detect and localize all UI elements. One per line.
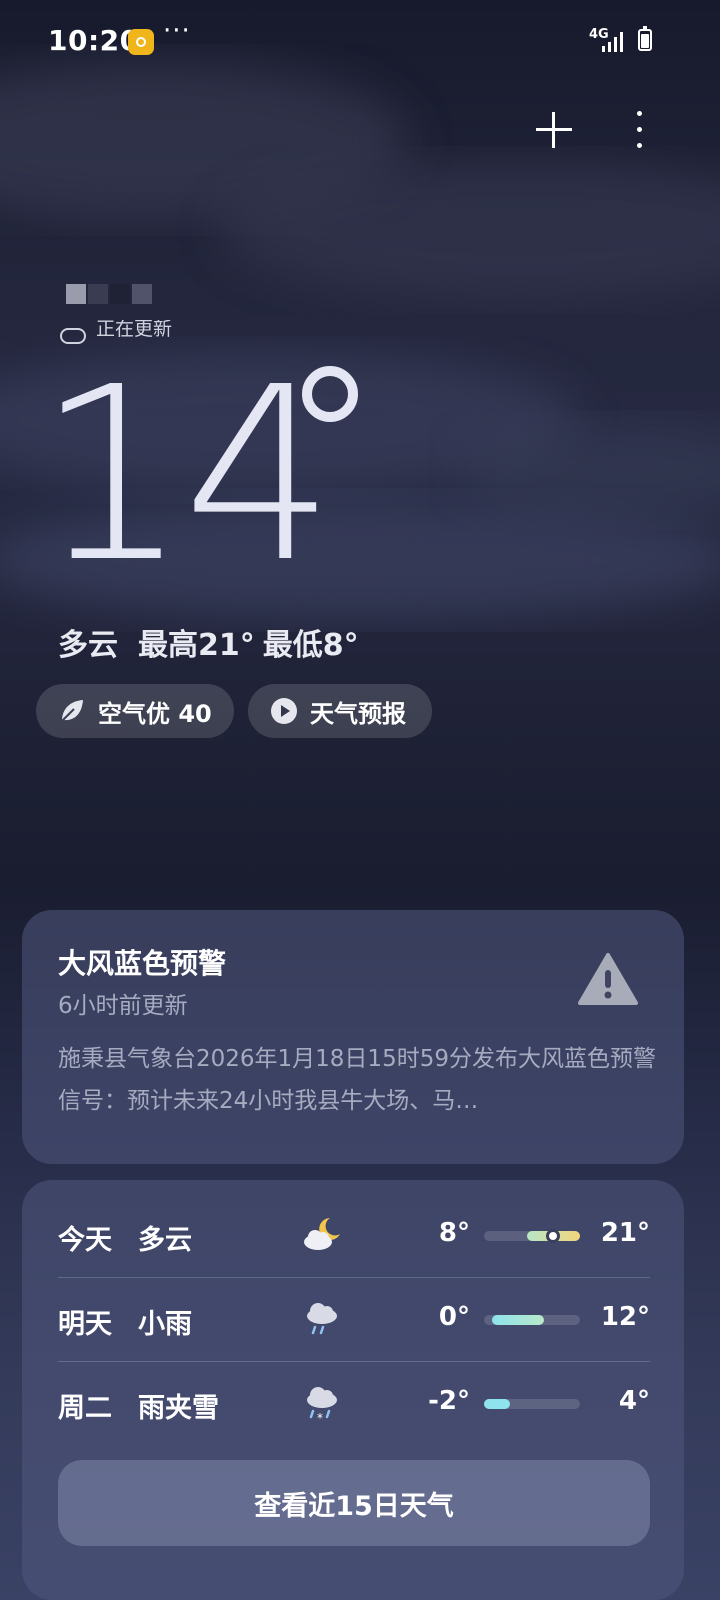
alert-updated-time: 6小时前更新: [58, 993, 188, 1019]
low-temp: 最低8°: [262, 628, 359, 663]
more-options-button[interactable]: [628, 108, 652, 152]
condition-text: 多云: [58, 628, 118, 663]
forecast-low: 0°: [438, 1302, 470, 1332]
forecast-row-tomorrow[interactable]: 明天 小雨 0° 12°: [58, 1280, 650, 1362]
divider: [58, 1361, 650, 1362]
forecast-card: 今天 多云 8° 21° 明天 小雨 0° 12° 周二 雨夹雪 * -2° 4…: [22, 1180, 684, 1600]
forecast-row-today[interactable]: 今天 多云 8° 21°: [58, 1196, 650, 1278]
forecast-day: 明天: [58, 1309, 112, 1340]
leaf-icon: [61, 700, 83, 722]
location-name[interactable]: [66, 284, 176, 306]
play-icon: [271, 698, 297, 724]
app-notification-icon: [128, 29, 154, 55]
weather-alert-card[interactable]: 大风蓝色预警 6小时前更新 施秉县气象台2026年1月18日15时59分发布大风…: [22, 910, 684, 1164]
temp-range-bar: [484, 1229, 580, 1243]
high-temp: 最高21°: [138, 628, 255, 663]
alert-title: 大风蓝色预警: [58, 947, 227, 980]
warning-icon: [578, 953, 638, 1005]
signal-icon: [602, 30, 626, 52]
battery-icon: [638, 26, 652, 51]
condition-summary: 多云 最高21° 最低8°: [58, 620, 379, 664]
temp-range-bar: [484, 1315, 580, 1325]
air-quality-text: 空气优 40: [98, 699, 212, 728]
degree-symbol: [302, 366, 358, 422]
forecast-high: 12°: [600, 1302, 650, 1332]
current-temperature: 14: [36, 335, 335, 615]
current-temp-marker: [546, 1229, 560, 1243]
forecast-desc: 小雨: [138, 1309, 192, 1340]
forecast-desc: 多云: [138, 1225, 192, 1256]
forecast-row-tuesday[interactable]: 周二 雨夹雪 * -2° 4°: [58, 1364, 650, 1446]
weather-forecast-video-pill[interactable]: 天气预报: [248, 684, 432, 738]
svg-text:*: *: [317, 1411, 323, 1424]
status-bar: 10:20 ··· 4G: [0, 0, 720, 84]
temp-range-bar: [484, 1399, 580, 1409]
cloudy-night-icon: [304, 1218, 340, 1250]
divider: [58, 1277, 650, 1278]
forecast-day: 周二: [58, 1393, 112, 1424]
forecast-low: -2°: [428, 1386, 470, 1416]
view-15-day-forecast-button[interactable]: 查看近15日天气: [58, 1460, 650, 1546]
forecast-day: 今天: [58, 1225, 112, 1256]
sleet-icon: *: [307, 1387, 337, 1424]
add-city-button[interactable]: [530, 106, 578, 154]
alert-body: 施秉县气象台2026年1月18日15时59分发布大风蓝色预警信号：预计未来24小…: [58, 1046, 656, 1114]
air-quality-pill[interactable]: 空气优 40: [36, 684, 234, 738]
light-rain-icon: [307, 1303, 337, 1335]
forecast-desc: 雨夹雪: [138, 1393, 219, 1424]
weather-forecast-text: 天气预报: [310, 699, 406, 728]
forecast-high: 4°: [618, 1386, 650, 1416]
status-time: 10:20: [48, 24, 140, 57]
forecast-low: 8°: [438, 1218, 470, 1248]
more-notifications-dots: ···: [163, 16, 191, 46]
forecast-high: 21°: [600, 1218, 650, 1248]
